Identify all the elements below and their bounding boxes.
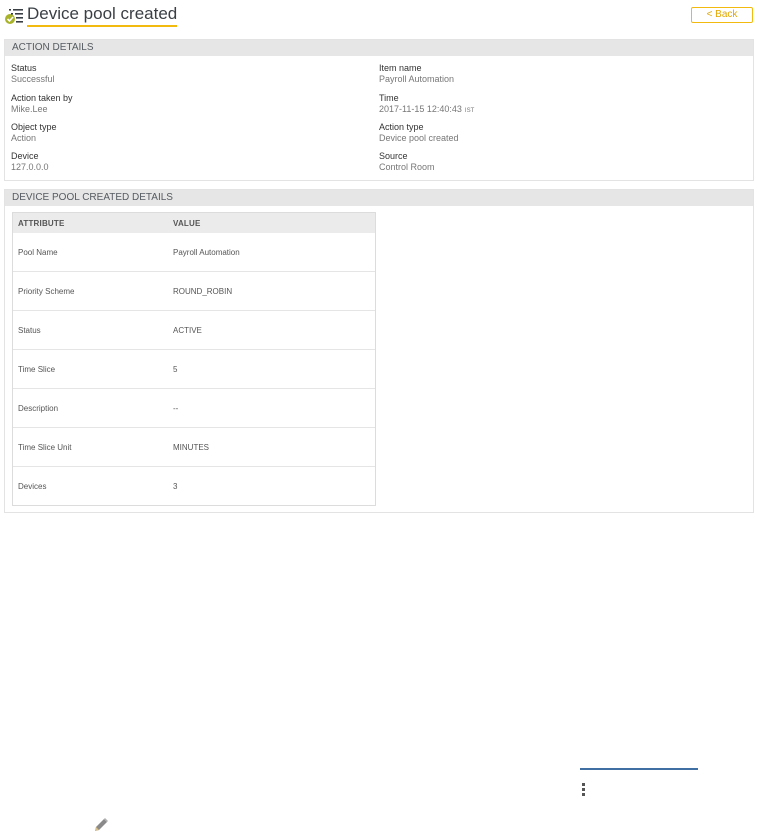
cell-attribute: Pool Name [18, 247, 58, 257]
field-status: Status Successful [11, 63, 55, 85]
field-label: Status [11, 63, 37, 73]
table-row: Description -- [13, 388, 375, 427]
cell-value: -- [173, 403, 179, 413]
table-row: Priority Scheme ROUND_ROBIN [13, 271, 375, 310]
field-label: Action type [379, 122, 424, 132]
page-title: Device pool created [27, 4, 178, 27]
field-label: Item name [379, 63, 422, 73]
page-header: Device pool created < Back [4, 4, 753, 28]
attributes-table: ATTRIBUTE VALUE Pool Name Payroll Automa… [12, 212, 376, 506]
field-item-name: Item name Payroll Automation [379, 63, 454, 85]
table-row: Time Slice Unit MINUTES [13, 427, 375, 466]
action-details-section: ACTION DETAILS Status Successful Action … [4, 39, 754, 181]
cell-value: Payroll Automation [173, 247, 240, 257]
field-label: Device [11, 151, 39, 161]
cell-attribute: Description [18, 403, 59, 413]
cell-attribute: Devices [18, 481, 47, 491]
field-object-type: Object type Action [11, 122, 57, 144]
table-row: Time Slice 5 [13, 349, 375, 388]
field-action-taken-by: Action taken by Mike.Lee [11, 93, 73, 115]
action-details-heading: ACTION DETAILS [5, 40, 753, 56]
cell-attribute: Time Slice Unit [18, 442, 72, 452]
pool-details-heading: DEVICE POOL CREATED DETAILS [5, 190, 753, 206]
field-value: 2017-11-15 12:40:43 IST [379, 104, 474, 117]
action-details-grid: Status Successful Action taken by Mike.L… [5, 56, 753, 180]
list-check-icon [5, 8, 23, 24]
field-label: Object type [11, 122, 57, 132]
field-action-type: Action type Device pool created [379, 122, 459, 144]
field-value: Mike.Lee [11, 104, 48, 114]
pencil-icon[interactable] [92, 816, 110, 834]
back-button[interactable]: < Back [691, 7, 753, 23]
table-header: ATTRIBUTE VALUE [13, 213, 375, 233]
pool-details-section: DEVICE POOL CREATED DETAILS ATTRIBUTE VA… [4, 189, 754, 513]
field-source: Source Control Room [379, 151, 435, 173]
field-label: Source [379, 151, 408, 161]
cell-value: MINUTES [173, 442, 209, 452]
column-header-attribute: ATTRIBUTE [18, 218, 65, 228]
title-wrap: Device pool created [4, 4, 178, 27]
field-value: Payroll Automation [379, 74, 455, 84]
link-underline [580, 768, 698, 770]
more-vertical-icon[interactable] [582, 782, 587, 800]
table-row: Status ACTIVE [13, 310, 375, 349]
table-row: Devices 3 [13, 466, 375, 505]
cell-value: ROUND_ROBIN [173, 286, 233, 296]
cell-attribute: Priority Scheme [18, 286, 75, 296]
table-row: Pool Name Payroll Automation [13, 233, 375, 271]
field-value: Control Room [379, 162, 435, 172]
timezone-label: IST [464, 108, 475, 114]
time-value: 2017-11-15 12:40:43 [379, 104, 462, 114]
cell-value: 5 [173, 364, 178, 374]
cell-attribute: Time Slice [18, 364, 56, 374]
field-value: 127.0.0.0 [11, 162, 49, 172]
field-value: Successful [11, 74, 55, 84]
cell-value: ACTIVE [173, 325, 202, 335]
field-label: Action taken by [11, 93, 73, 103]
field-value: Action [11, 133, 37, 143]
cell-value: 3 [173, 481, 178, 491]
column-header-value: VALUE [173, 218, 201, 228]
cell-attribute: Status [18, 325, 41, 335]
field-device: Device 127.0.0.0 [11, 151, 49, 173]
field-value: Device pool created [379, 133, 459, 143]
field-label: Time [379, 93, 399, 103]
field-time: Time 2017-11-15 12:40:43 IST [379, 93, 474, 117]
